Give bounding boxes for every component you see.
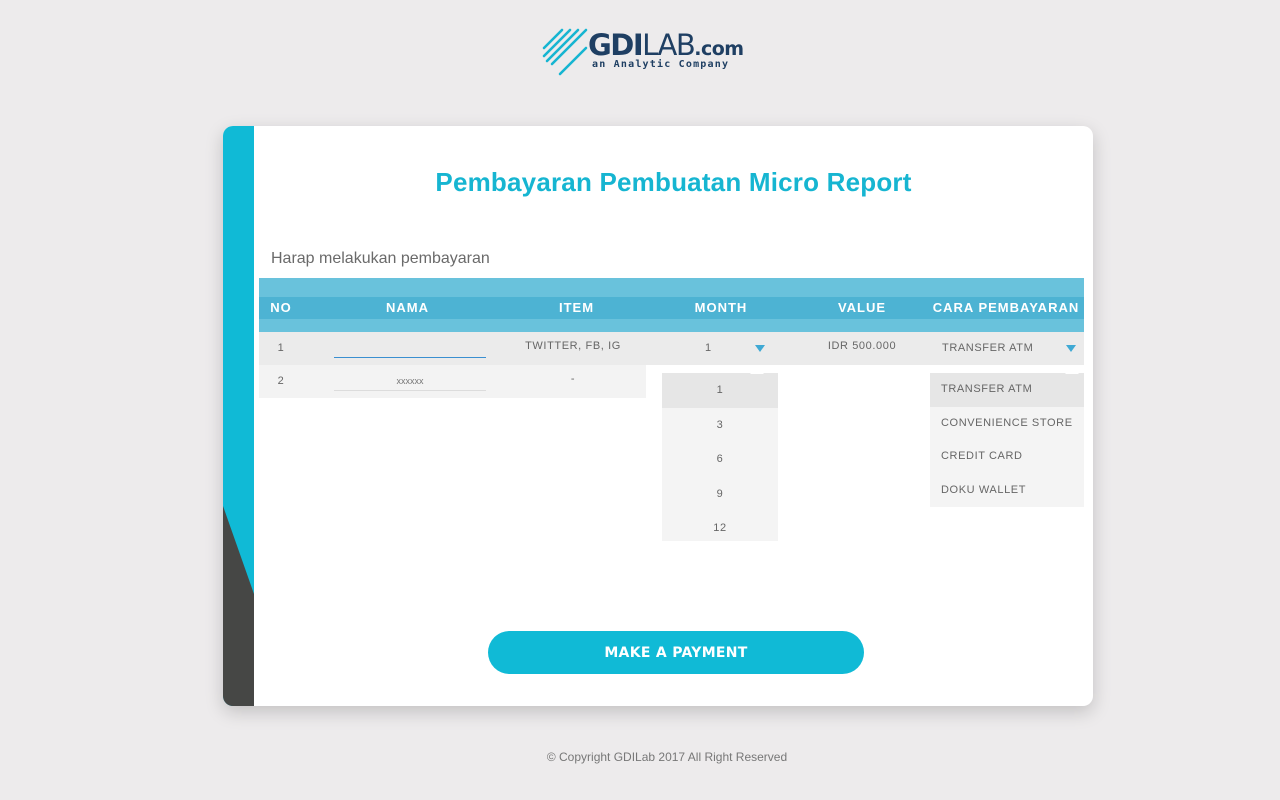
table-header: NO NAMA ITEM MONTH VALUE CARA PEMBAYARAN (259, 278, 1084, 332)
name-input[interactable] (334, 371, 486, 391)
table-row: 1 TWITTER, FB, IG 1 IDR 500.000 TRANSFER… (259, 332, 1084, 365)
stripes-logo-icon (542, 28, 588, 76)
dropdown-notch (1065, 367, 1079, 374)
month-select[interactable]: 1 (695, 332, 775, 365)
month-option[interactable]: 9 (662, 477, 778, 512)
header-nama: NAMA (386, 300, 429, 315)
brand-domain: .com (694, 38, 744, 60)
copyright-text: © Copyright GDILab 2017 All Right Reserv… (546, 750, 788, 764)
page-title: Pembayaran Pembuatan Micro Report (435, 167, 912, 197)
page-subtitle: Harap melakukan pembayaran (271, 250, 490, 267)
payment-option[interactable]: DOKU WALLET (930, 474, 1084, 508)
month-option[interactable]: 12 (662, 511, 778, 546)
row-number: 2 (277, 375, 285, 387)
header-cara-pembayaran: CARA PEMBAYARAN (932, 300, 1080, 315)
month-option[interactable]: 6 (662, 442, 778, 477)
side-decoration (223, 126, 254, 706)
payment-card: Pembayaran Pembuatan Micro Report Harap … (223, 126, 1093, 706)
payment-select-value: TRANSFER ATM (942, 342, 1034, 354)
payment-dropdown: TRANSFER ATM CONVENIENCE STORE CREDIT CA… (930, 367, 1084, 508)
value-text: IDR 500.000 (827, 340, 897, 352)
month-select-value: 1 (705, 342, 712, 354)
header-value: VALUE (837, 300, 887, 315)
table-row: 2 - (259, 365, 646, 398)
header-no: NO (270, 300, 292, 315)
payment-option[interactable]: CONVENIENCE STORE (930, 407, 1084, 441)
brand-name-thin: LAB (642, 28, 696, 62)
month-option[interactable]: 3 (662, 408, 778, 443)
item-text: TWITTER, FB, IG (525, 340, 621, 352)
month-option[interactable]: 1 (662, 373, 778, 408)
header-month: MONTH (694, 300, 748, 315)
brand-logo: GDILAB.com an Analytic Company (542, 26, 752, 78)
brand-tagline: an Analytic Company (592, 59, 730, 70)
make-payment-button[interactable]: MAKE A PAYMENT (488, 631, 864, 674)
header-item: ITEM (558, 300, 595, 315)
brand-name-bold: GDI (588, 28, 644, 62)
row-number: 1 (277, 342, 285, 354)
caret-down-icon (755, 345, 765, 352)
dropdown-notch (750, 367, 764, 374)
name-input[interactable] (334, 338, 486, 358)
payment-option[interactable]: CREDIT CARD (930, 440, 1084, 474)
month-dropdown: 1 3 6 9 12 (662, 367, 778, 541)
item-text: - (570, 373, 576, 385)
payment-select[interactable]: TRANSFER ATM (931, 332, 1084, 365)
payment-option[interactable]: TRANSFER ATM (930, 373, 1084, 407)
caret-down-icon (1066, 345, 1076, 352)
